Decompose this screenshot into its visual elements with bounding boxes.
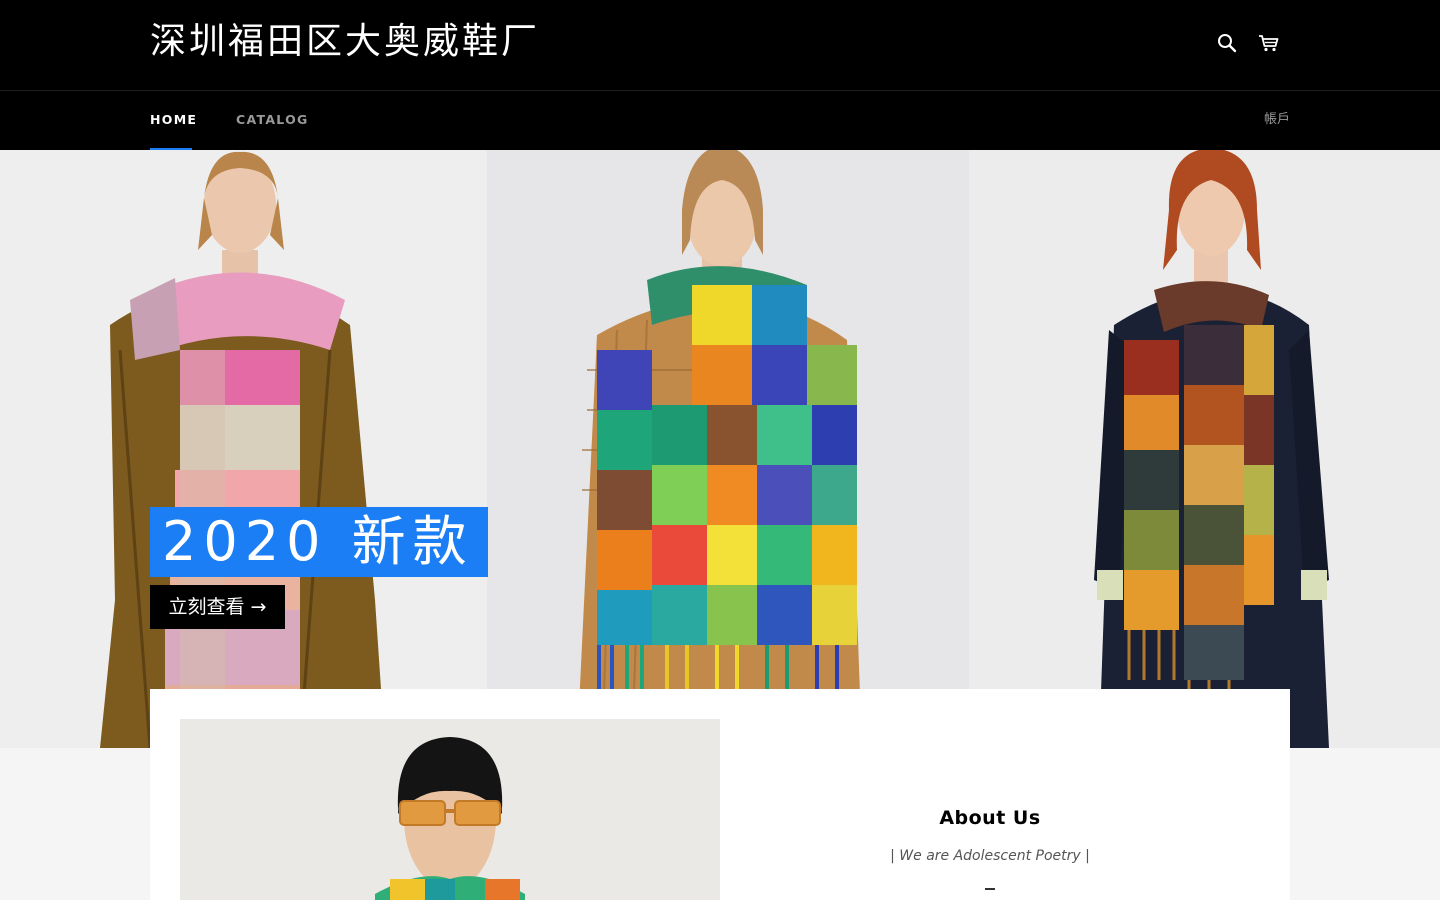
hero-shop-now-button[interactable]: 立刻查看 → <box>150 585 285 629</box>
search-icon[interactable] <box>1214 30 1240 56</box>
about-title: About Us <box>939 807 1041 829</box>
cart-icon[interactable] <box>1256 30 1282 56</box>
about-divider <box>985 888 995 890</box>
hero-image-bright-check-scarf <box>487 150 969 748</box>
site-logo[interactable]: 深圳福田区大奥威鞋厂 <box>150 20 540 64</box>
nav-account[interactable]: 帳戶 <box>1264 91 1290 151</box>
hero-image-earth-tone-scarf <box>969 150 1440 748</box>
nav-home[interactable]: HOME <box>150 91 196 151</box>
main-nav: HOME CATALOG 帳戶 <box>0 90 1440 151</box>
hero-title: 2020 新款 <box>150 507 488 577</box>
about-section: About Us | We are Adolescent Poetry | <box>150 689 1290 900</box>
site-header: 深圳福田区大奥威鞋厂 <box>0 0 1440 90</box>
hero-slideshow: 2020 新款 立刻查看 → <box>0 150 1440 748</box>
about-subtitle: | We are Adolescent Poetry | <box>890 848 1090 864</box>
about-image <box>180 719 720 900</box>
nav-catalog[interactable]: CATALOG <box>236 91 309 151</box>
hero-image-pastel-scarf <box>0 150 487 748</box>
